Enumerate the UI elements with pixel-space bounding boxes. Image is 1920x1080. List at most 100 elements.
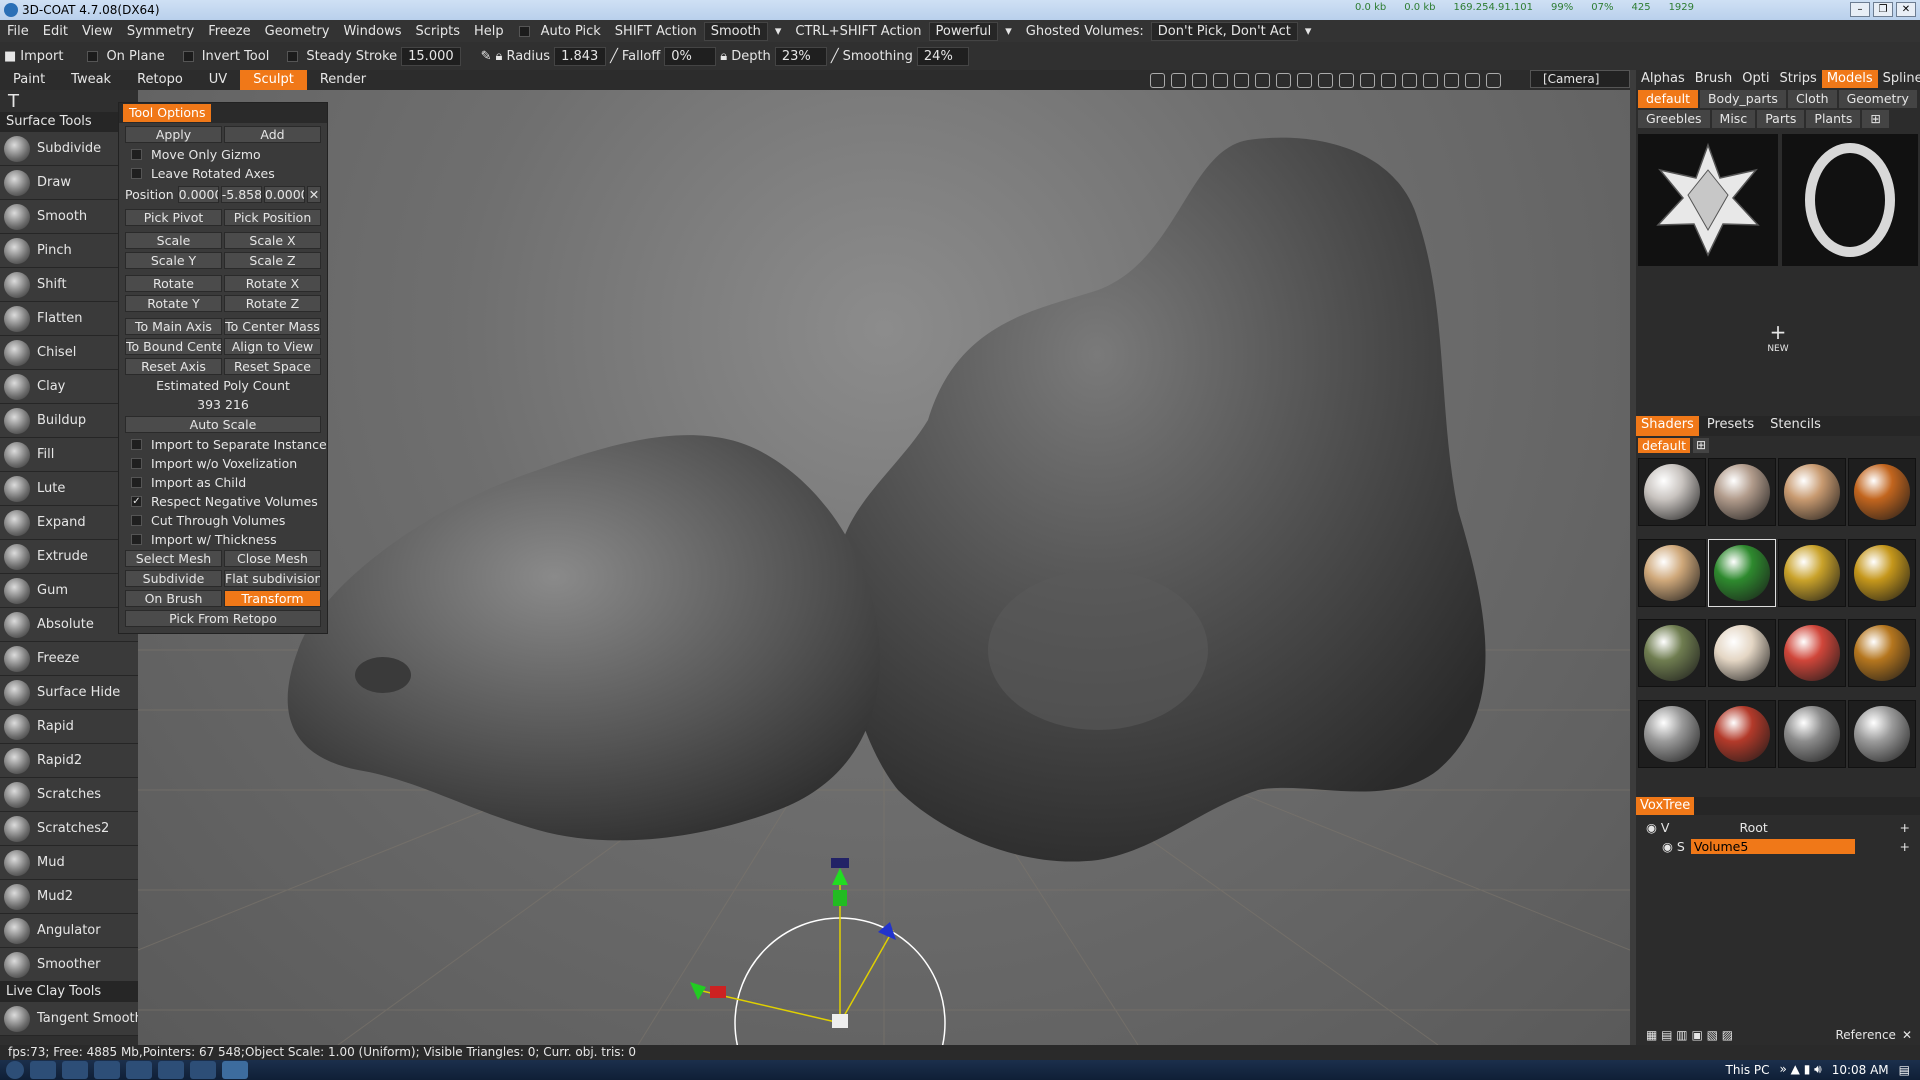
import-as-child-checkbox[interactable] <box>131 476 142 488</box>
tray-icons[interactable]: » ▲ ▮ 🔊︎ <box>1780 1062 1822 1077</box>
subtab-default[interactable]: default <box>1638 90 1698 108</box>
add-select[interactable]: Add <box>224 126 321 143</box>
tool-tangent-smooth[interactable]: Tangent Smooth <box>0 1002 143 1036</box>
pick-from-retopo-button[interactable]: Pick From Retopo <box>125 610 321 627</box>
pick-position-select[interactable]: Pick Position <box>224 209 321 226</box>
shader-swatch[interactable] <box>1848 619 1916 687</box>
new-model-button[interactable]: + NEW <box>1636 320 1920 354</box>
layout-icon[interactable] <box>1486 72 1501 88</box>
to-bound-center-button[interactable]: To Bound Cente <box>125 338 222 355</box>
ghosted-volumes-select[interactable]: Don't Pick, Don't Act <box>1150 21 1298 41</box>
smoothing-icon[interactable]: ╱ <box>831 49 839 64</box>
shader-swatch[interactable] <box>1778 538 1846 607</box>
tool-smoother[interactable]: Smoother <box>0 948 138 982</box>
menu-scripts[interactable]: Scripts <box>409 24 467 39</box>
eye-icon[interactable]: ◉ <box>1662 839 1673 854</box>
volume5-item[interactable]: Volume5 <box>1690 838 1855 854</box>
play-icon[interactable] <box>1276 72 1291 88</box>
browser-icon[interactable] <box>94 1061 120 1079</box>
subtab-misc[interactable]: Misc <box>1711 110 1756 128</box>
tool-surface-hide[interactable]: Surface Hide <box>0 676 138 710</box>
window-icon[interactable] <box>1423 72 1438 88</box>
menu-freeze[interactable]: Freeze <box>201 24 257 39</box>
shader-swatch[interactable] <box>1638 619 1706 687</box>
cut-through-checkbox[interactable] <box>131 514 142 526</box>
subtab-parts[interactable]: Parts <box>1757 110 1805 128</box>
reset-space-button[interactable]: Reset Space <box>224 358 321 375</box>
respect-negative-checkbox[interactable]: ✓ <box>131 495 142 507</box>
chevron-down-icon[interactable]: ▾ <box>1298 24 1319 39</box>
to-main-axis-button[interactable]: To Main Axis <box>125 318 222 335</box>
room-tweak[interactable]: Tweak <box>58 70 124 90</box>
reference-label[interactable]: Reference <box>1836 1028 1896 1042</box>
chevron-down-icon[interactable]: ▾ <box>998 24 1019 39</box>
position-x-input[interactable]: 0.0000 <box>177 186 219 203</box>
axis-icon[interactable] <box>1402 72 1417 88</box>
root-label[interactable]: Root <box>1739 820 1767 835</box>
subtab-geometry[interactable]: Geometry <box>1838 90 1917 108</box>
move-icon[interactable] <box>1234 72 1249 88</box>
app2-icon[interactable] <box>190 1061 216 1079</box>
depth-value[interactable]: 23% <box>774 46 827 66</box>
start-icon[interactable] <box>6 1061 24 1079</box>
tool-rapid2[interactable]: Rapid2 <box>0 744 138 778</box>
tool-rapid[interactable]: Rapid <box>0 710 138 744</box>
cube-icon[interactable] <box>1360 72 1375 88</box>
menu-file[interactable]: File <box>0 24 36 39</box>
on-brush-button[interactable]: On Brush <box>125 590 222 607</box>
menu-view[interactable]: View <box>75 24 120 39</box>
tab-models[interactable]: Models <box>1821 70 1878 88</box>
chrome-icon[interactable] <box>158 1061 184 1079</box>
tool-scratches[interactable]: Scratches <box>0 778 138 812</box>
falloff-icon[interactable]: ╱ <box>610 49 618 64</box>
minimize-button[interactable]: – <box>1850 2 1870 17</box>
add-folder-icon[interactable]: ⊞ <box>1692 438 1710 453</box>
folder-icon[interactable] <box>62 1061 88 1079</box>
shader-swatch[interactable] <box>1708 699 1776 768</box>
select-mesh-button[interactable]: Select Mesh <box>125 550 222 567</box>
tool-freeze[interactable]: Freeze <box>0 642 138 676</box>
ctrl-shift-action-select[interactable]: Powerful <box>928 21 999 41</box>
tab-opti[interactable]: Opti <box>1737 70 1774 88</box>
room-paint[interactable]: Paint <box>0 70 58 90</box>
invert-tool-checkbox[interactable] <box>182 50 194 62</box>
import-thickness-checkbox[interactable] <box>131 533 142 545</box>
close-button[interactable]: ✕ <box>1896 2 1916 17</box>
close-icon[interactable]: ✕ <box>307 186 321 203</box>
fit-icon[interactable] <box>1318 72 1333 88</box>
to-center-mass-button[interactable]: To Center Mass <box>224 318 321 335</box>
flat-subdivision-button[interactable]: Flat subdivision <box>224 570 321 587</box>
close-icon[interactable]: ✕ <box>1902 1028 1912 1042</box>
brush-icon[interactable]: ✎ <box>481 49 492 64</box>
pick-pivot-button[interactable]: Pick Pivot <box>125 209 222 226</box>
ortho-icon[interactable] <box>1444 72 1459 88</box>
tab-shaders[interactable]: Shaders <box>1636 416 1699 436</box>
import-wo-vox-checkbox[interactable] <box>131 457 142 469</box>
shader-set-default[interactable]: default <box>1638 438 1690 453</box>
menu-edit[interactable]: Edit <box>36 24 75 39</box>
menu-symmetry[interactable]: Symmetry <box>120 24 201 39</box>
room-uv[interactable]: UV <box>196 70 240 90</box>
rotate-y-button[interactable]: Rotate Y <box>125 295 222 312</box>
model-star[interactable] <box>1638 134 1778 266</box>
transform-gizmo[interactable] <box>690 858 946 1045</box>
add-volume-icon[interactable]: + <box>1900 820 1910 835</box>
restore-button[interactable]: ❐ <box>1873 2 1893 17</box>
leave-rotated-axes-checkbox[interactable] <box>131 167 142 179</box>
shader-swatch[interactable] <box>1638 458 1706 526</box>
room-retopo[interactable]: Retopo <box>124 70 196 90</box>
shading-icon[interactable] <box>1150 72 1165 88</box>
rotate-button[interactable]: Rotate <box>125 275 222 292</box>
tab-brush[interactable]: Brush <box>1690 70 1738 88</box>
voxtree-tools-icon[interactable]: ▦ ▤ ▥ ▣ ▧ ▨ <box>1646 1028 1733 1042</box>
grid-icon[interactable] <box>1381 72 1396 88</box>
align-to-view-button[interactable]: Align to View <box>224 338 321 355</box>
no-icon[interactable] <box>1339 72 1354 88</box>
explorer-icon[interactable] <box>30 1061 56 1079</box>
transform-button[interactable]: Transform <box>224 590 321 607</box>
scale-z-button[interactable]: Scale Z <box>224 252 321 269</box>
zoom-icon[interactable] <box>1255 72 1270 88</box>
menu-windows[interactable]: Windows <box>336 24 408 39</box>
shader-swatch[interactable] <box>1848 538 1916 607</box>
this-pc-label[interactable]: This PC <box>1726 1063 1770 1077</box>
